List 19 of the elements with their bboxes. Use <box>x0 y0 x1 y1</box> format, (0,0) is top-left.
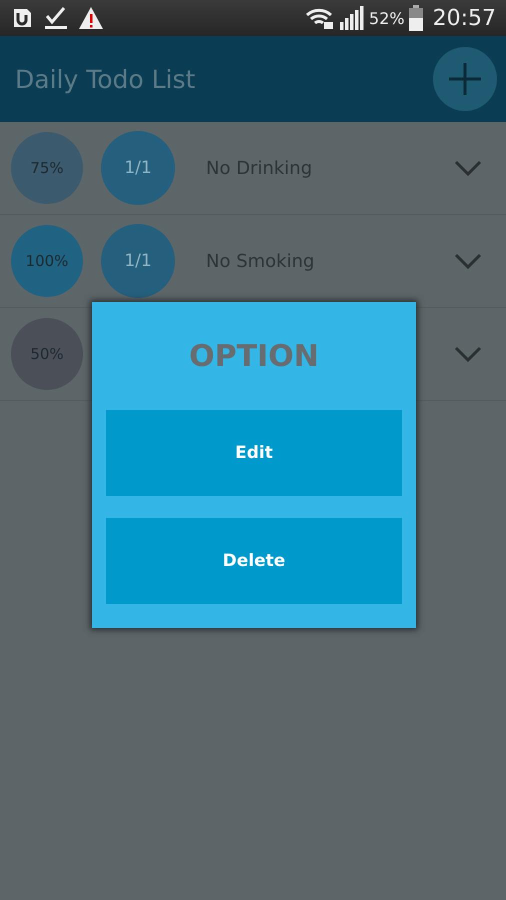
download-done-icon <box>44 6 68 30</box>
progress-badge: 75% <box>11 132 83 204</box>
plus-icon <box>447 61 483 97</box>
dialog-button[interactable]: Edit <box>106 410 402 496</box>
progress-badge: 100% <box>11 225 83 297</box>
wifi-icon <box>305 7 336 29</box>
count-badge: 1/1 <box>101 131 175 205</box>
chevron-down-icon <box>454 346 482 362</box>
warning-icon <box>78 6 104 30</box>
signal-icon <box>339 6 366 30</box>
dialog-button[interactable]: Delete <box>106 518 402 604</box>
battery-percent: 52% <box>369 8 405 28</box>
chevron-down-icon <box>454 160 482 176</box>
chevron-down-icon <box>454 253 482 269</box>
count-badge: 1/1 <box>101 224 175 298</box>
dialog-title: OPTION <box>188 338 320 376</box>
clock-time: 20:57 <box>432 6 496 30</box>
battery-icon <box>408 5 423 31</box>
app-title: Daily Todo List <box>15 64 196 94</box>
